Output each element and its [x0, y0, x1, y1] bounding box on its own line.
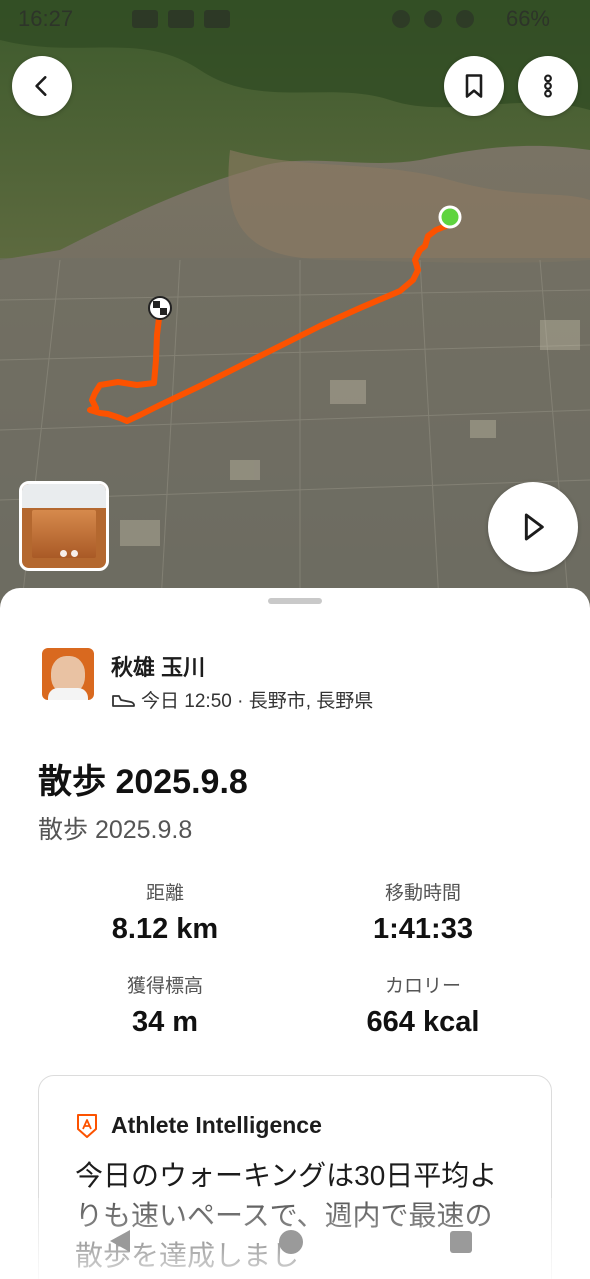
finish-flag-icon [148, 296, 172, 320]
stat-moving-time: 移動時間 1:41:33 [293, 878, 553, 946]
nav-home-icon[interactable] [279, 1230, 303, 1254]
stat-label: 距離 [145, 883, 184, 904]
athlete-intelligence-icon [77, 1113, 97, 1138]
activity-photo-thumbnail[interactable] [19, 481, 109, 571]
bookmark-icon [465, 74, 483, 98]
shoe-icon [112, 694, 135, 707]
stat-value: 34 m [131, 1006, 199, 1038]
stat-value: 664 kcal [366, 1006, 480, 1038]
stat-label: 移動時間 [384, 883, 461, 904]
more-vertical-icon [544, 74, 552, 98]
stat-value: 1:41:33 [373, 913, 473, 945]
sheet-drag-handle[interactable] [268, 598, 322, 604]
stat-label: カロリー [384, 976, 461, 997]
activity-meta-text: 今日 12:50 · 長野市, 長野県 [141, 691, 374, 712]
photo-pager-dots [60, 550, 78, 557]
stat-distance: 距離 8.12 km [35, 878, 295, 946]
activity-meta: 今日 12:50 · 長野市, 長野県 [111, 686, 373, 713]
notification-icons [132, 10, 230, 28]
nav-back-icon[interactable] [110, 1230, 130, 1252]
avatar[interactable] [42, 648, 94, 700]
stat-label: 獲得標高 [126, 976, 203, 997]
play-icon [524, 513, 544, 541]
route-map[interactable]: 16:27 66% [0, 0, 590, 620]
nav-recents-icon[interactable] [450, 1231, 472, 1253]
stat-value: 8.12 km [111, 913, 219, 945]
bookmark-button[interactable] [444, 56, 504, 116]
chevron-left-icon [35, 76, 47, 96]
stat-elevation-gain: 獲得標高 34 m [35, 971, 295, 1039]
system-nav-bar [0, 1222, 590, 1262]
status-time: 16:27 [18, 6, 74, 31]
activity-title: 散歩 2025.9.8 [38, 763, 248, 801]
status-bar: 16:27 66% [0, 0, 590, 40]
start-marker-icon [438, 205, 462, 229]
activity-details-sheet[interactable]: 秋雄 玉川 今日 12:50 · 長野市, 長野県 散歩 2025.9.8 散歩… [0, 588, 590, 1279]
activity-description: 散歩 2025.9.8 [38, 816, 193, 844]
play-flyover-button[interactable] [488, 482, 578, 572]
ai-card-title: Athlete Intelligence [111, 1112, 322, 1138]
more-options-button[interactable] [518, 56, 578, 116]
battery-level: 66% [505, 6, 550, 31]
athlete-name[interactable]: 秋雄 玉川 [111, 650, 205, 682]
system-icons [392, 10, 474, 28]
stat-calories: カロリー 664 kcal [293, 971, 553, 1039]
back-button[interactable] [12, 56, 72, 116]
ai-card-header: Athlete Intelligence [75, 1112, 322, 1139]
